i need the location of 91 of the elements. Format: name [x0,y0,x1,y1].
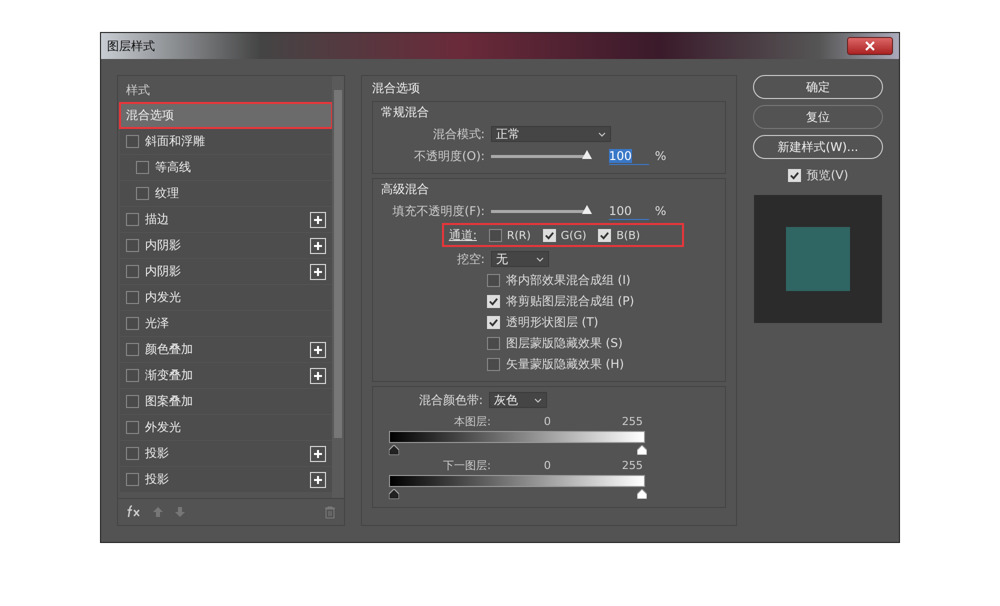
style-item[interactable]: 渐变叠加 [120,363,332,388]
checkbox[interactable] [126,317,139,330]
checkbox[interactable] [136,161,149,174]
checkbox[interactable] [126,265,139,278]
add-icon[interactable] [310,368,326,384]
checkbox-label: G(G) [560,228,586,242]
checkbox-label: 图层蒙版隐藏效果 (S) [506,335,623,352]
slider-thumb[interactable] [388,445,399,455]
dialog-button[interactable]: 复位 [753,105,883,129]
fx-icon[interactable] [126,505,142,519]
chevron-down-icon [534,398,542,402]
checkbox[interactable] [136,187,149,200]
chevron-down-icon [598,132,606,136]
checkbox-label: 矢量蒙版隐藏效果 (H) [506,356,624,373]
checkbox-label: R(R) [506,228,531,242]
checkbox[interactable] [126,369,139,382]
dialog-button[interactable]: 确定 [753,75,883,99]
value-field[interactable]: 100 [608,202,649,220]
unit-label: % [654,149,666,163]
style-item[interactable]: 图案叠加 [120,389,332,414]
style-item[interactable]: 斜面和浮雕 [120,129,332,154]
slider-thumb[interactable] [636,489,647,499]
preview-swatch [786,227,850,291]
chevron-down-icon [536,256,544,262]
add-icon[interactable] [310,264,326,280]
slider-label: 不透明度(O): [412,148,485,164]
group-title: 高级混合 [380,181,430,198]
knockout-dropdown[interactable]: 无 [490,251,549,267]
style-item[interactable]: 内阴影 [120,259,332,284]
slider-label: 填充不透明度(F): [392,202,485,220]
checkbox-label: 透明形状图层 (T) [506,314,598,331]
checkbox-label: B(B) [616,228,640,242]
field-label: 下一图层: [442,458,491,472]
checkbox[interactable] [126,473,139,486]
range-value: 0 [542,458,551,472]
group-title: 常规混合 [380,104,430,121]
checkbox-label: 将内部效果混合成组 (I) [506,272,631,289]
add-icon[interactable] [310,446,326,462]
preview-checkbox[interactable] [788,168,801,182]
add-icon[interactable] [310,342,326,358]
style-item[interactable]: 混合选项 [120,103,332,128]
slider-thumb[interactable] [388,489,399,499]
field-label: 通道: [448,226,477,244]
add-icon[interactable] [310,238,326,254]
style-item[interactable]: 纹理 [120,181,332,206]
checkbox[interactable] [126,395,139,408]
checkbox[interactable] [126,447,139,460]
value-field[interactable]: 100 [608,148,649,164]
scrollbar[interactable] [332,76,344,498]
style-item[interactable]: 颜色叠加 [120,337,332,362]
checkbox[interactable] [126,291,139,304]
style-item[interactable]: 内阴影 [120,233,332,258]
field-label: 混合模式: [432,126,485,142]
checkbox[interactable] [486,358,500,371]
range-value: 0 [542,414,551,428]
checkbox[interactable] [126,421,139,434]
style-item[interactable]: 内发光 [120,285,332,310]
slider-thumb[interactable] [582,150,592,158]
checkbox[interactable] [486,337,500,350]
checkbox-label: 预览(V) [806,166,848,184]
unit-label: % [654,204,666,218]
checkbox[interactable] [126,213,139,226]
blend-if-dropdown[interactable]: 灰色 [488,392,547,408]
channel-checkbox[interactable] [488,228,502,242]
style-item[interactable]: 外发光 [120,415,332,440]
range-value: 255 [620,458,643,472]
blend-mode-dropdown[interactable]: 正常 [490,126,611,142]
checkbox[interactable] [126,343,139,356]
section-title: 混合选项 [372,80,421,97]
checkbox-label: 将剪贴图层混合成组 (P) [506,293,634,310]
style-item[interactable]: 等高线 [120,155,332,180]
slider-thumb[interactable] [582,204,592,214]
field-label: 挖空: [456,250,485,268]
add-icon[interactable] [310,472,326,488]
style-item[interactable]: 光泽 [120,311,332,336]
window-title: 图层样式 [107,38,155,54]
close-icon [865,41,875,51]
style-item[interactable]: 投影 [120,467,332,492]
style-item[interactable]: 描边 [120,207,332,232]
checkbox[interactable] [486,274,500,287]
checkbox[interactable] [126,239,139,252]
range-value: 255 [620,414,643,428]
close-button[interactable] [847,37,893,55]
field-label: 本图层: [453,414,491,428]
field-label: 混合颜色带: [418,392,483,408]
checkbox[interactable] [126,135,139,148]
dialog-button[interactable]: 新建样式(W)... [753,135,883,159]
style-item[interactable]: 投影 [120,441,332,466]
panel-heading: 样式 [125,82,151,98]
slider-thumb[interactable] [636,445,647,455]
add-icon[interactable] [310,212,326,228]
